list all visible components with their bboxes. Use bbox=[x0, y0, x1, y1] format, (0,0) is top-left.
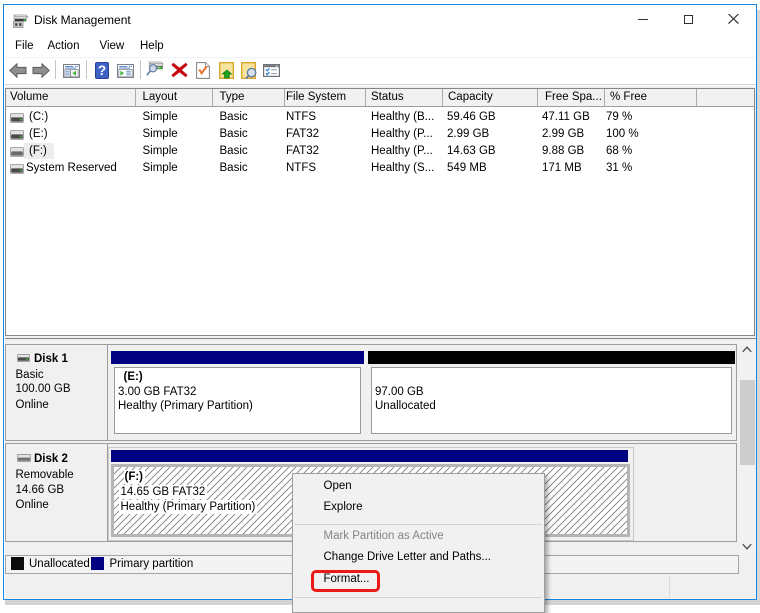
svg-text:?: ? bbox=[97, 63, 105, 78]
